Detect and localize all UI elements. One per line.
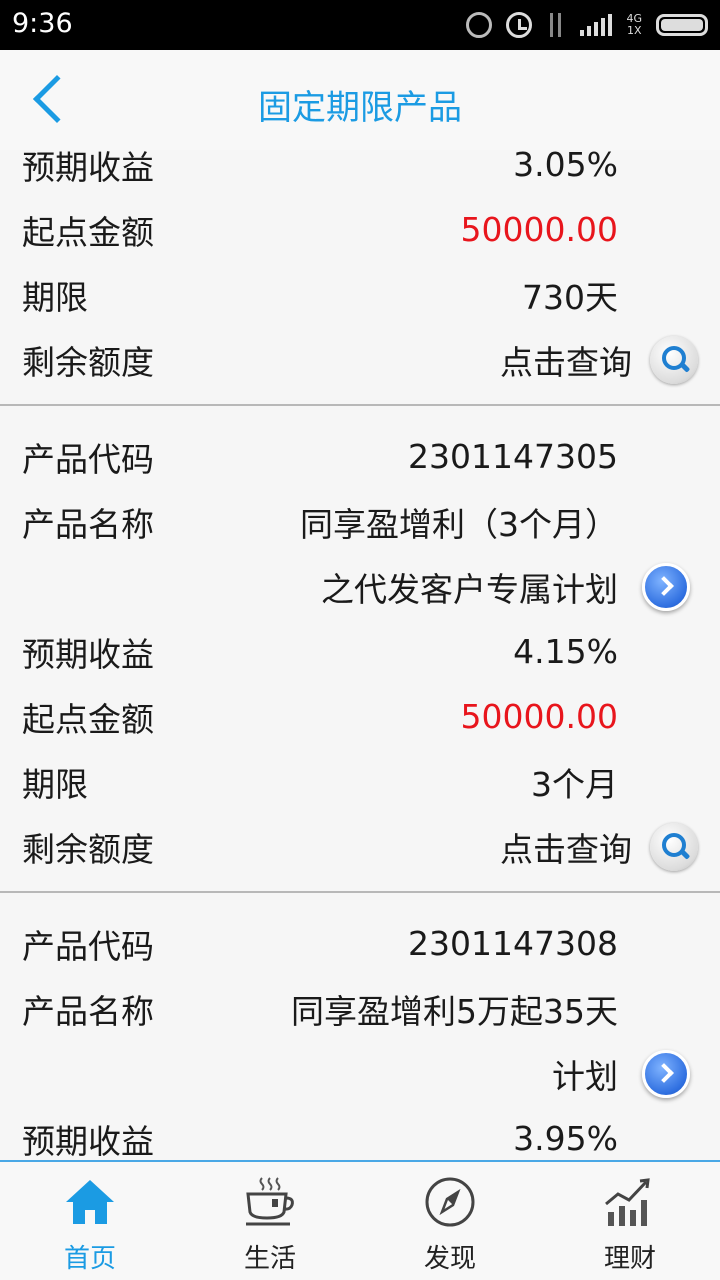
tab-home[interactable]: 首页 bbox=[0, 1162, 180, 1280]
min-amount-value: 50000.00 bbox=[460, 697, 618, 736]
min-amount-value: 50000.00 bbox=[460, 210, 618, 249]
term-row: 期限 730天 bbox=[0, 262, 720, 327]
yield-label: 预期收益 bbox=[22, 1121, 154, 1161]
code-label: 产品代码 bbox=[22, 926, 154, 966]
sync-icon bbox=[466, 12, 493, 38]
term-value: 730天 bbox=[522, 277, 618, 317]
yield-label: 预期收益 bbox=[22, 634, 154, 674]
network-type: 4G 1X bbox=[626, 13, 642, 37]
search-icon[interactable] bbox=[650, 822, 698, 871]
name-value: 同享盈增利（3个月） bbox=[300, 504, 618, 544]
quota-query[interactable]: 点击查询 bbox=[500, 822, 698, 871]
yield-row: 预期收益 3.95% bbox=[0, 1106, 720, 1160]
yield-row: 预期收益 4.15% bbox=[0, 619, 720, 684]
detail-arrow-icon[interactable] bbox=[642, 562, 690, 611]
cup-icon bbox=[246, 1177, 294, 1226]
term-label: 期限 bbox=[22, 277, 88, 317]
tab-home-label: 首页 bbox=[63, 1244, 116, 1274]
quota-label: 剩余额度 bbox=[22, 342, 154, 382]
name-label: 产品名称 bbox=[22, 504, 154, 544]
name-value: 同享盈增利5万起35天 bbox=[291, 991, 618, 1031]
code-row: 产品代码 2301147305 bbox=[0, 424, 720, 489]
signal-icon bbox=[580, 14, 613, 36]
battery-icon bbox=[656, 14, 708, 36]
status-icons: 4G 1X bbox=[466, 10, 708, 40]
code-label: 产品代码 bbox=[22, 439, 154, 479]
yield-label: 预期收益 bbox=[22, 150, 154, 187]
quota-row: 剩余额度 点击查询 bbox=[0, 327, 720, 392]
min-amount-label: 起点金额 bbox=[22, 699, 154, 739]
quota-query-text[interactable]: 点击查询 bbox=[500, 336, 632, 384]
network-sub-label: 1X bbox=[626, 24, 642, 37]
card-divider bbox=[0, 891, 720, 893]
status-bar: 9:36 4G 1X bbox=[0, 0, 720, 50]
product-card[interactable]: 产品代码 2301147308 产品名称 同享盈增利5万起35天 计划 预期收益… bbox=[0, 911, 720, 1160]
quota-label: 剩余额度 bbox=[22, 829, 154, 869]
name-row: 产品名称 同享盈增利（3个月） bbox=[0, 489, 720, 554]
tab-life[interactable]: 生活 bbox=[180, 1162, 360, 1280]
page-title: 固定期限产品 bbox=[258, 88, 462, 128]
tab-finance[interactable]: 理财 bbox=[540, 1162, 720, 1280]
data-transfer-icon bbox=[546, 13, 566, 37]
tab-finance-label: 理财 bbox=[603, 1244, 656, 1274]
yield-row: 预期收益 3.05% bbox=[0, 150, 720, 197]
tab-discover-label: 发现 bbox=[423, 1244, 476, 1274]
name-value-cont: 计划 bbox=[552, 1056, 618, 1096]
yield-value: 4.15% bbox=[513, 632, 618, 671]
min-amount-row: 起点金额 50000.00 bbox=[0, 197, 720, 262]
code-value: 2301147308 bbox=[408, 924, 618, 963]
tab-bar: 首页 生活 发现 理财 bbox=[0, 1160, 720, 1280]
alarm-icon bbox=[506, 12, 533, 38]
detail-arrow-icon[interactable] bbox=[642, 1049, 690, 1098]
search-icon[interactable] bbox=[650, 335, 698, 384]
chart-icon bbox=[605, 1178, 650, 1226]
yield-value: 3.05% bbox=[513, 150, 618, 184]
product-card[interactable]: 产品代码 2301147305 产品名称 同享盈增利（3个月） 之代发客户专属计… bbox=[0, 424, 720, 879]
nav-bar: 固定期限产品 bbox=[0, 50, 720, 150]
product-card: 预期收益 3.05% 起点金额 50000.00 期限 730天 剩余额度 点击… bbox=[0, 150, 720, 392]
home-icon bbox=[66, 1180, 114, 1224]
product-list[interactable]: 预期收益 3.05% 起点金额 50000.00 期限 730天 剩余额度 点击… bbox=[0, 150, 720, 1160]
tab-life-label: 生活 bbox=[243, 1244, 296, 1274]
name-row-cont: 计划 bbox=[0, 1041, 720, 1106]
name-row-cont: 之代发客户专属计划 bbox=[0, 554, 720, 619]
term-row: 期限 3个月 bbox=[0, 749, 720, 814]
card-divider bbox=[0, 404, 720, 406]
name-row: 产品名称 同享盈增利5万起35天 bbox=[0, 976, 720, 1041]
name-label: 产品名称 bbox=[22, 991, 154, 1031]
quota-query[interactable]: 点击查询 bbox=[500, 335, 698, 384]
name-value-cont: 之代发客户专属计划 bbox=[321, 569, 618, 609]
code-row: 产品代码 2301147308 bbox=[0, 911, 720, 976]
term-label: 期限 bbox=[22, 764, 88, 804]
status-time: 9:36 bbox=[12, 8, 73, 39]
quota-row: 剩余额度 点击查询 bbox=[0, 814, 720, 879]
tab-discover[interactable]: 发现 bbox=[360, 1162, 540, 1280]
yield-value: 3.95% bbox=[513, 1119, 618, 1158]
quota-query-text[interactable]: 点击查询 bbox=[500, 823, 632, 871]
min-amount-label: 起点金额 bbox=[22, 212, 154, 252]
term-value: 3个月 bbox=[531, 764, 618, 804]
min-amount-row: 起点金额 50000.00 bbox=[0, 684, 720, 749]
code-value: 2301147305 bbox=[408, 437, 618, 476]
compass-icon bbox=[425, 1177, 475, 1227]
